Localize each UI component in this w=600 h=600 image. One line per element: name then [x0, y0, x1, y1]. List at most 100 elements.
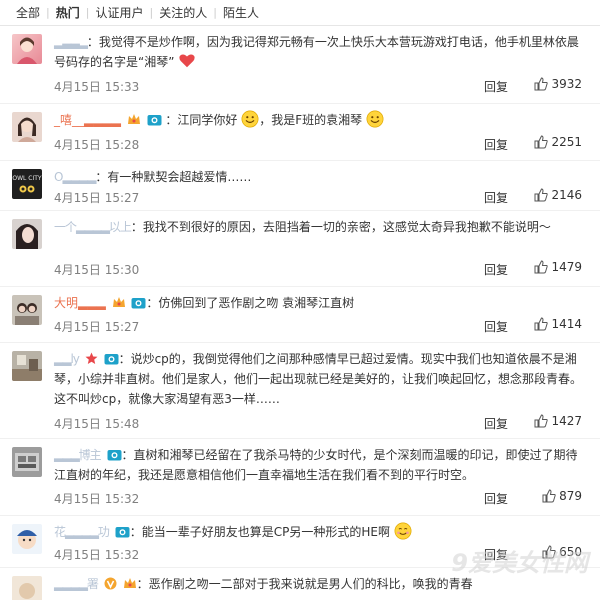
like-button[interactable]: 879 [542, 489, 582, 503]
comment-text: ▂▂▂博主 ：直树和湘琴已经留在了我杀马特的少女时代，是个深刻而温暖的印记，即使… [54, 445, 582, 485]
avatar-gray-icon [15, 453, 39, 471]
username[interactable]: ▂▂ly [54, 352, 80, 366]
like-count: 1427 [551, 414, 582, 428]
avatar-couple-icon [15, 303, 39, 325]
reply-button[interactable]: 回复 [484, 415, 508, 432]
comment-text: 花▂▂▂▂功 ：能当一辈子好朋友也算是CP另一种形式的HE啊 [54, 522, 582, 542]
comment-item: 一个▂▂▂▂以上：我找不到很好的原因，去阻挡着一切的亲密，这感觉太奇异我抱歉不能… [0, 211, 600, 287]
reply-button[interactable]: 回复 [484, 490, 508, 507]
tab-strangers[interactable]: 陌生人 [217, 4, 265, 21]
comment-content: ：直树和湘琴已经留在了我杀马特的少女时代，是个深刻而温暖的印记，即使过了期待江直… [54, 448, 578, 482]
comment-time: 4月15日 15:48 [54, 417, 140, 431]
username[interactable]: ▂▂▂▂署 [54, 577, 99, 591]
comment-time: 4月15日 15:32 [54, 492, 140, 506]
svg-text:OWL CITY: OWL CITY [12, 175, 42, 182]
avatar[interactable]: OWL CITY [12, 169, 42, 199]
avatar[interactable] [12, 351, 42, 381]
reply-button[interactable]: 回复 [484, 78, 508, 95]
comment-text: ▂▂▂▂署 ：恶作剧之吻一二部对于我来说就是男人们的科比，唤我的青春 [54, 574, 582, 594]
avatar[interactable] [12, 295, 42, 325]
thumbs-up-icon [534, 135, 549, 149]
like-button[interactable]: 650 [542, 545, 582, 559]
comment-content: ：我找不到很好的原因，去阻挡着一切的亲密，这感觉太奇异我抱歉不能说明～ [130, 220, 551, 234]
username[interactable]: 花▂▂▂▂功 [54, 525, 110, 539]
comment-time: 4月15日 15:32 [54, 548, 140, 562]
comment-text: _嘻__▂▂▂▂ ：江同学你好 ，我是F班的袁湘琴 [54, 110, 582, 130]
like-button[interactable]: 2251 [534, 135, 582, 149]
comment-item: ▂▂▂▂署 ：恶作剧之吻一二部对于我来说就是男人们的科比，唤我的青春 [0, 568, 600, 600]
photo-badge-icon [115, 527, 130, 538]
comment-item: 花▂▂▂▂功 ：能当一辈子好朋友也算是CP另一种形式的HE啊 4月15日 15:… [0, 516, 600, 568]
comment-content: ：仿佛回到了恶作剧之吻 袁湘琴江直树 [146, 296, 355, 310]
photo-badge-icon [104, 354, 119, 365]
like-count: 2251 [551, 135, 582, 149]
member-crown-icon [127, 114, 140, 124]
thumbs-up-icon [534, 260, 549, 274]
comment-filter-tabs: 全部 | 热门 | 认证用户 | 关注的人 | 陌生人 [0, 0, 600, 26]
comment-text: O▂▂▂▂：有一种默契会超越爱情…… [54, 167, 582, 187]
like-button[interactable]: 3932 [534, 77, 582, 91]
comment-item: 大明▂▂▂ ：仿佛回到了恶作剧之吻 袁湘琴江直树 4月15日 15:27 回复 … [0, 287, 600, 343]
thumbs-up-icon [542, 489, 556, 503]
comment-content: ：我觉得不是炒作啊，因为我记得郑元畅有一次上快乐大本营玩游戏打电话，他手机里林依… [54, 35, 579, 69]
avatar-cartoon-icon [17, 530, 37, 549]
avatar[interactable] [12, 576, 42, 600]
comment-content: ：江同学你好 [165, 113, 238, 127]
avatar-room-icon [12, 355, 42, 381]
username[interactable]: O▂▂▂▂ [54, 170, 96, 184]
owl-city-logo-icon: OWL CITY [12, 175, 42, 193]
tab-verified[interactable]: 认证用户 [89, 4, 149, 21]
reply-button[interactable]: 回复 [484, 318, 508, 335]
like-button[interactable]: 1427 [534, 414, 582, 428]
reply-button[interactable]: 回复 [484, 136, 508, 153]
photo-badge-icon [147, 115, 162, 126]
like-count: 3932 [551, 77, 582, 91]
avatar[interactable] [12, 524, 42, 554]
heart-emoji-icon [179, 54, 195, 68]
avatar[interactable] [12, 219, 42, 249]
member-crown-icon [123, 578, 136, 588]
like-count: 1414 [551, 317, 582, 331]
reply-button[interactable]: 回复 [484, 261, 508, 278]
comment-text: 一个▂▂▂▂以上：我找不到很好的原因，去阻挡着一切的亲密，这感觉太奇异我抱歉不能… [54, 217, 582, 237]
like-button[interactable]: 2146 [534, 188, 582, 202]
username[interactable]: _嘻__▂▂▂▂ [54, 113, 121, 127]
avatar-girl-pink-icon [17, 37, 37, 64]
photo-badge-icon [131, 298, 146, 309]
comment-content: ：说炒cp的，我倒觉得他们之间那种感情早已超过爱情。现实中我们也知道依晨不是湘琴… [54, 352, 583, 406]
comment-item: ▂▂▂博主 ：直树和湘琴已经留在了我杀马特的少女时代，是个深刻而温暖的印记，即使… [0, 439, 600, 516]
comment-content: ：有一种默契会超越爱情…… [95, 170, 252, 184]
reply-button[interactable]: 回复 [484, 546, 508, 563]
tab-following[interactable]: 关注的人 [153, 4, 213, 21]
tab-all[interactable]: 全部 [10, 4, 46, 21]
comment-item: ▂▂ly ：说炒cp的，我倒觉得他们之间那种感情早已超过爱情。现实中我们也知道依… [0, 343, 600, 439]
thumbs-up-icon [534, 77, 549, 91]
like-button[interactable]: 1414 [534, 317, 582, 331]
avatar[interactable] [12, 112, 42, 142]
like-count: 2146 [551, 188, 582, 202]
tab-hot[interactable]: 热门 [50, 4, 86, 21]
thumbs-up-icon [534, 317, 549, 331]
avatar[interactable] [12, 447, 42, 477]
thumbs-up-icon [534, 188, 549, 202]
comment-item: _嘻__▂▂▂▂ ：江同学你好 ，我是F班的袁湘琴 4月15日 15:28 回复… [0, 104, 600, 161]
like-button[interactable]: 1479 [534, 260, 582, 274]
comment-time: 4月15日 15:27 [54, 320, 140, 334]
vip-v-badge-icon [104, 577, 117, 590]
avatar-dark-hair-icon [16, 224, 38, 249]
avatar[interactable] [12, 34, 42, 64]
comment-text: ▂▂ly ：说炒cp的，我倒觉得他们之间那种感情早已超过爱情。现实中我们也知道依… [54, 349, 582, 409]
comment-text: 大明▂▂▂ ：仿佛回到了恶作剧之吻 袁湘琴江直树 [54, 293, 582, 313]
comment-time: 4月15日 15:27 [54, 191, 140, 205]
username[interactable]: ▂▂▂博主 [54, 448, 102, 462]
username[interactable]: 大明▂▂▂ [54, 296, 106, 310]
comment-item: ▂▃▃▂：我觉得不是炒作啊，因为我记得郑元畅有一次上快乐大本营玩游戏打电话，他手… [0, 26, 600, 104]
username[interactable]: ▂▃▃▂ [54, 35, 88, 49]
comment-content: ：恶作剧之吻一二部对于我来说就是男人们的科比，唤我的青春 [136, 577, 473, 591]
smile-emoji-icon [241, 110, 259, 128]
comment-time: 4月15日 15:33 [54, 80, 140, 94]
comment-time: 4月15日 15:30 [54, 263, 140, 277]
username[interactable]: 一个▂▂▂▂以上 [54, 220, 132, 234]
reply-button[interactable]: 回复 [484, 189, 508, 206]
comment-text: ▂▃▃▂：我觉得不是炒作啊，因为我记得郑元畅有一次上快乐大本营玩游戏打电话，他手… [54, 32, 582, 72]
